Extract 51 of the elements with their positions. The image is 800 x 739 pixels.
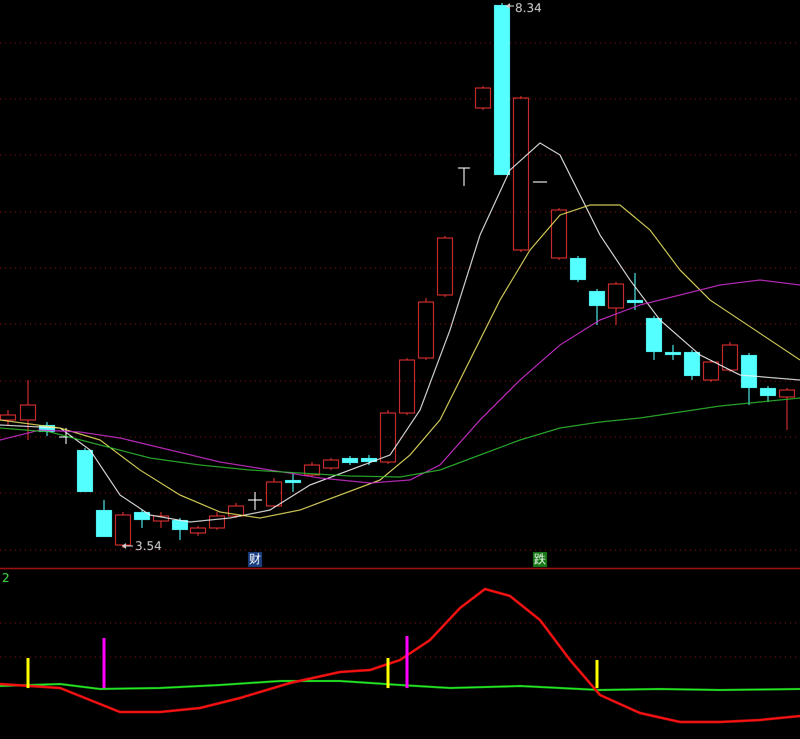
- candlestick: [458, 168, 470, 186]
- pointer-arrow-icon: [122, 543, 134, 549]
- candlestick: [96, 500, 112, 538]
- signal-bar: [102, 638, 106, 688]
- candlestick: [115, 512, 131, 548]
- signal-marker: 跌: [533, 552, 547, 567]
- candlestick: [399, 358, 415, 416]
- candlestick: [77, 448, 93, 492]
- candlestick: [570, 256, 586, 282]
- candlestick: [722, 342, 738, 372]
- candlestick: [285, 474, 301, 492]
- candlestick: [58, 428, 74, 444]
- candlestick: [0, 410, 16, 426]
- candlestick: [172, 518, 188, 540]
- candlestick: [323, 458, 339, 470]
- candlestick: [228, 502, 244, 518]
- candlestick: [551, 208, 567, 260]
- candlestick: [209, 512, 225, 530]
- pointer-arrow-icon: [506, 3, 514, 9]
- candlestick: [304, 462, 320, 478]
- candlestick: [608, 282, 624, 326]
- candlestick: [342, 456, 358, 466]
- candlestick: [248, 492, 262, 510]
- price-label: 3.54: [135, 539, 162, 553]
- candlestick: [741, 352, 757, 406]
- candlestick: [760, 386, 776, 402]
- candlestick: [684, 350, 700, 380]
- candlestick: [646, 316, 662, 360]
- candlestick: [266, 478, 282, 508]
- signal-bar: [406, 636, 408, 688]
- signal-bar: [386, 658, 390, 688]
- signal-bar: [26, 658, 30, 688]
- candlestick: [134, 510, 150, 528]
- candlestick: [361, 454, 377, 466]
- candlestick: [153, 512, 169, 528]
- candlestick: [703, 360, 719, 382]
- candlestick: [39, 422, 55, 436]
- candlestick: [190, 526, 206, 536]
- candlestick: [779, 388, 795, 430]
- candlestick: [418, 298, 434, 360]
- price-label: 8.34: [515, 1, 542, 15]
- candlestick: [437, 236, 453, 298]
- candlestick: [665, 344, 681, 360]
- panel-label: 2: [2, 571, 10, 585]
- candlestick: [627, 272, 643, 310]
- signal-bar: [596, 660, 598, 688]
- candlestick: [380, 410, 396, 464]
- candlestick: [475, 86, 491, 110]
- signal-marker: 财: [248, 552, 262, 567]
- candlestick: [20, 380, 36, 440]
- candlestick: [589, 288, 605, 326]
